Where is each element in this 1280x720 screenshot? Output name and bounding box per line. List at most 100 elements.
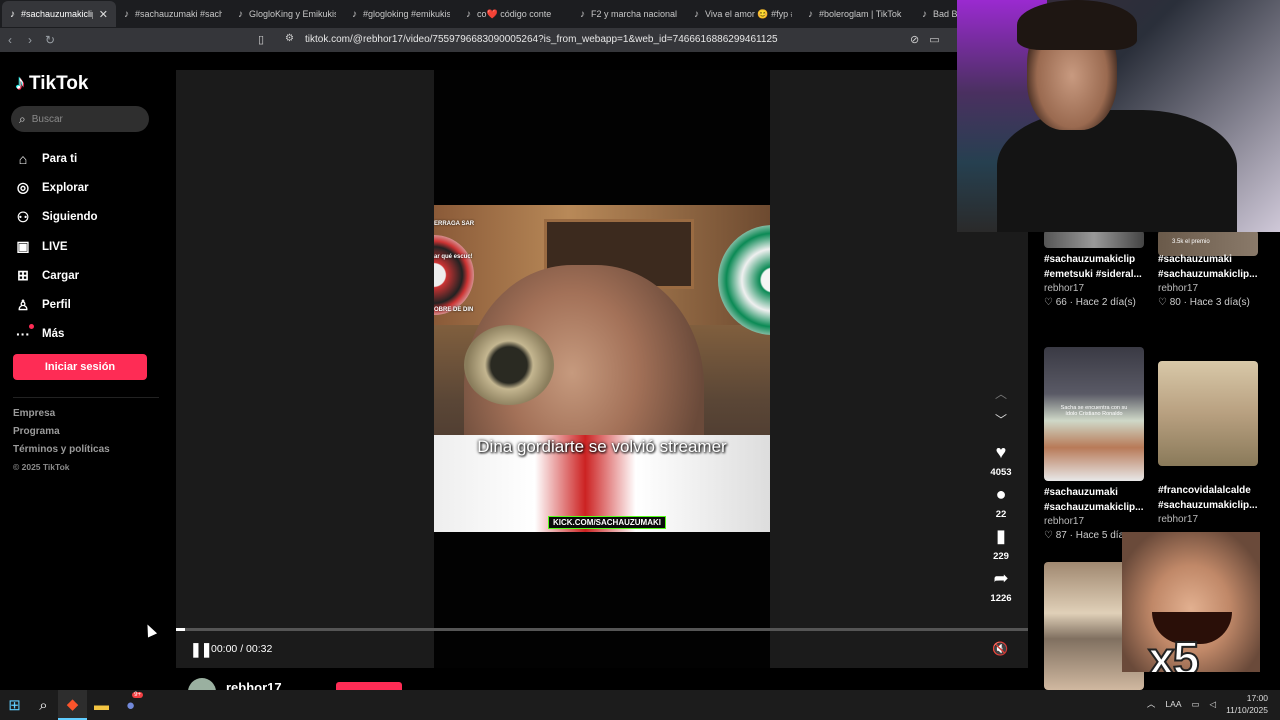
video-card-tag: #sachauzumaki: [1044, 487, 1118, 498]
upload-icon: ⊞: [17, 267, 29, 284]
tiktok-favicon-icon: ♪: [10, 8, 15, 20]
video-side-text: ERRAGA SAR: [434, 221, 475, 227]
video-card[interactable]: 3.5k el premio #sachauzumaki #sachauzumak…: [1158, 230, 1268, 308]
login-button[interactable]: Iniciar sesión: [13, 354, 147, 380]
next-video-icon[interactable]: ﹀: [976, 410, 1026, 436]
video-card-age: Hace 2 día(s): [1075, 297, 1136, 308]
network-icon[interactable]: ▭: [1192, 699, 1200, 710]
video-card-tag: #sachauzumakiclip...: [1044, 502, 1144, 513]
like-button[interactable]: ♥ 4053: [976, 442, 1026, 478]
footer-link-empresa[interactable]: Empresa: [13, 408, 110, 426]
sidebar-item-para-ti[interactable]: ⌂ Para ti: [14, 144, 98, 173]
video-card-tag: #sachauzumakiclip: [1044, 254, 1136, 265]
extension-icon[interactable]: ⊘: [910, 33, 919, 46]
discord-icon[interactable]: ● 9+: [116, 690, 145, 720]
cast-icon[interactable]: ▭: [929, 33, 939, 46]
browser-tab[interactable]: ♪ Viva el amor 😊 #fyp #: [686, 1, 800, 27]
tiktok-favicon-icon: ♪: [352, 8, 357, 20]
video-thumbnail[interactable]: Sacha se encuentra con su ídolo Cristian…: [1044, 347, 1144, 481]
sidebar-item-perfil[interactable]: ♙ Perfil: [14, 290, 98, 319]
video-card-tag: #sachauzumaki: [1158, 254, 1232, 265]
video-card-tag: #sachauzumakiclip...: [1158, 500, 1258, 511]
sidebar-item-cargar[interactable]: ⊞ Cargar: [14, 261, 98, 290]
heart-icon: ♥: [995, 442, 1007, 462]
compass-icon: ◎: [16, 179, 30, 196]
video-card[interactable]: #francovidalalcalde #sachauzumakiclip... …: [1158, 361, 1268, 525]
video-progress-bar[interactable]: [176, 628, 1028, 631]
browser-tab[interactable]: ♪ #glogloking #emikukis: [344, 1, 458, 27]
browser-tab[interactable]: ♪ F2 y marcha nacional p: [572, 1, 686, 27]
video-card-tag: #francovidalalcalde: [1158, 485, 1251, 496]
previous-video-icon[interactable]: ︿: [976, 384, 1026, 410]
comment-icon: ●: [995, 484, 1007, 504]
author-name[interactable]: rebhor17: [226, 680, 282, 690]
mute-icon[interactable]: 🔇: [992, 641, 1008, 657]
video-card-tag: #emetsuki #sideral...: [1044, 269, 1142, 280]
file-explorer-icon[interactable]: ▬: [87, 690, 116, 720]
video-card-author[interactable]: rebhor17: [1158, 514, 1268, 525]
tiktok-logo[interactable]: ♪ TikTok: [15, 72, 88, 95]
browser-tab[interactable]: ♪ #sachauzumakiclip ✕: [2, 1, 116, 27]
chevron-up-icon[interactable]: ︿: [1147, 698, 1156, 710]
brave-browser-icon[interactable]: ◆: [58, 690, 87, 720]
video-thumbnail[interactable]: [1044, 230, 1144, 248]
share-button[interactable]: ➦ 1226: [976, 568, 1026, 604]
video-card-meta: ♡ 80 · Hace 3 día(s): [1158, 297, 1250, 308]
search-icon[interactable]: ⌕: [29, 690, 58, 720]
tiktok-favicon-icon: ♪: [466, 8, 471, 20]
browser-tab[interactable]: ♪ #boleroglam | TikTok: [800, 1, 914, 27]
volume-icon[interactable]: ◁: [1210, 699, 1217, 710]
search-input[interactable]: ⌕ Buscar: [11, 106, 149, 132]
language-indicator[interactable]: LAA: [1165, 699, 1181, 709]
webcam-body: [997, 110, 1237, 232]
windows-start-icon[interactable]: ⊞: [0, 690, 29, 720]
video-thumbnail[interactable]: [1158, 361, 1258, 466]
back-icon[interactable]: ‹: [0, 33, 20, 47]
video-time: 00:00 / 00:32: [211, 643, 273, 655]
clock[interactable]: 17:00 11/10/2025: [1226, 692, 1268, 716]
tiktok-note-icon: ♪: [15, 72, 25, 94]
meme-overlay: x5: [1122, 532, 1260, 672]
video-frame[interactable]: ERRAGA SAR ar qué escuc! OBRE DE DIN Din…: [434, 205, 770, 532]
bookmark-icon[interactable]: ▯: [258, 33, 264, 46]
browser-tab[interactable]: ♪ GlogloKing y Emikukis: [230, 1, 344, 27]
pause-icon[interactable]: ❚❚: [190, 641, 212, 658]
meme-text: x5: [1147, 632, 1200, 672]
url-field[interactable]: tiktok.com/@rebhor17/video/7559796683090…: [305, 34, 778, 45]
save-button[interactable]: ▮ 229: [976, 526, 1026, 562]
thumbnail-text: 3.5k el premio: [1172, 239, 1210, 245]
webcam-hair: [1017, 0, 1137, 50]
sidebar-item-live[interactable]: ▣ LIVE: [14, 232, 98, 261]
footer-link-terminos[interactable]: Términos y políticas: [13, 444, 110, 462]
browser-tab[interactable]: ♪ #sachauzumaki #sacha: [116, 1, 230, 27]
comment-button[interactable]: ● 22: [976, 484, 1026, 520]
browser-tab[interactable]: ♪ co❤️ código conte: [458, 1, 572, 27]
video-card[interactable]: #sachauzumakiclip #emetsuki #sideral... r…: [1044, 230, 1154, 308]
footer-links: Empresa Programa Términos y políticas © …: [13, 408, 110, 480]
reload-icon[interactable]: ↻: [40, 33, 60, 47]
video-card-author[interactable]: rebhor17: [1158, 283, 1268, 294]
follow-button[interactable]: [336, 682, 402, 690]
video-card[interactable]: Sacha se encuentra con su ídolo Cristian…: [1044, 347, 1154, 541]
footer-link-programa[interactable]: Programa: [13, 426, 110, 444]
site-settings-icon[interactable]: ⚙: [285, 33, 294, 44]
video-card-likes: 87: [1055, 530, 1067, 541]
video-side-text: ar qué escuc!: [434, 254, 473, 260]
video-card-author[interactable]: rebhor17: [1044, 516, 1154, 527]
video-controls: ❚❚ 00:00 / 00:32 🔇: [176, 638, 1028, 662]
video-card-author[interactable]: rebhor17: [1044, 283, 1154, 294]
video-player[interactable]: ERRAGA SAR ar qué escuc! OBRE DE DIN Din…: [176, 70, 1028, 668]
sidebar-item-explorar[interactable]: ◎ Explorar: [14, 173, 98, 202]
profile-icon: ♙: [16, 296, 30, 313]
sidebar-menu: ⌂ Para ti ◎ Explorar ⚇ Siguiendo ▣ LIVE ⊞ Car…: [14, 144, 98, 349]
close-tab-icon[interactable]: ✕: [99, 8, 108, 21]
sidebar-item-mas[interactable]: ··· Más: [14, 320, 98, 349]
author-row: rebhor17: [176, 674, 1028, 690]
share-icon: ➦: [993, 568, 1009, 588]
forward-icon[interactable]: ›: [20, 33, 40, 47]
taskbar: ⊞ ⌕ ◆ ▬ ● 9+ ︿ LAA ▭ ◁ 17:00 11/10/2025: [0, 690, 1280, 720]
bookmark-icon: ▮: [996, 526, 1006, 546]
video-caption: Dina gordiarte se volvió streamer: [477, 437, 727, 456]
avatar[interactable]: [188, 678, 216, 690]
sidebar-item-siguiendo[interactable]: ⚇ Siguiendo: [14, 203, 98, 232]
